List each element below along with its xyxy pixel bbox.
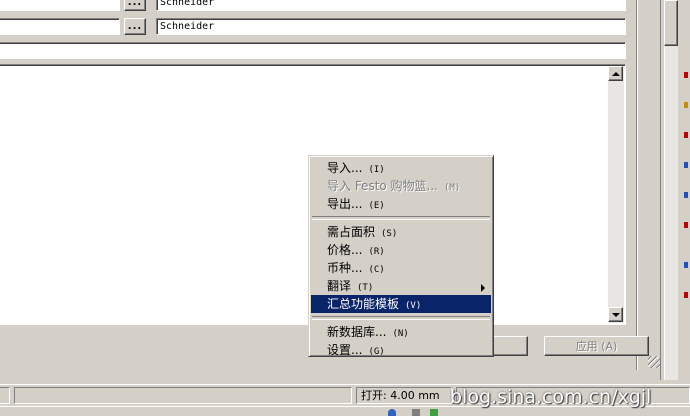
- scroll-down-arrow-icon: [611, 312, 620, 317]
- menu-item-label: 新数据库...: [327, 325, 387, 339]
- menu-item-label: 币种...: [327, 261, 363, 275]
- resize-grip[interactable]: [648, 356, 660, 368]
- right-panel-scrollbar[interactable]: [664, 0, 678, 380]
- menu-item-accelerator: (R): [368, 247, 385, 257]
- menu-item[interactable]: 导入... (I): [311, 159, 491, 177]
- manufacturer-field-1[interactable]: Schneider: [156, 0, 626, 11]
- menu-item[interactable]: 导出... (E): [311, 195, 491, 213]
- context-menu: 导入... (I) 导入 Festo 购物篮... (M) 导出... (E) 需占面积 (S…: [308, 155, 494, 357]
- menu-item-accelerator: (T): [357, 283, 374, 293]
- menu-item[interactable]: 币种... (C): [311, 259, 491, 277]
- text-field-2[interactable]: [0, 18, 120, 35]
- status-pane-2: [14, 387, 352, 404]
- menu-separator: [312, 316, 490, 320]
- manufacturer-field-2[interactable]: Schneider: [156, 18, 626, 35]
- browse-button-1[interactable]: ...: [124, 0, 146, 11]
- watermark-text: blog.sina.com.cn/xgjl: [450, 386, 652, 408]
- menu-separator: [312, 216, 490, 220]
- menu-item-label: 价格...: [327, 243, 363, 257]
- menu-item-accelerator: (M): [444, 183, 461, 193]
- status-pane-open: 打开: 4.00 mm: [356, 387, 452, 404]
- menu-item-label: 需占面积: [327, 225, 376, 239]
- browse-button-2[interactable]: ...: [124, 18, 146, 35]
- menu-item-accelerator: (S): [381, 229, 398, 239]
- submenu-arrow-icon: [481, 284, 485, 292]
- menu-item-label: 导入...: [327, 161, 363, 175]
- menu-item-accelerator: (E): [368, 201, 385, 211]
- scroll-up-arrow-icon: [611, 71, 620, 76]
- status-pane-1: [0, 387, 10, 404]
- status-open-label: 打开: 4.00 mm: [361, 389, 440, 402]
- menu-item-label: 汇总功能模板: [327, 297, 400, 311]
- menu-item-label: 导入 Festo 购物篮...: [327, 179, 439, 193]
- menu-item-label: 设置...: [327, 343, 363, 357]
- menu-item[interactable]: 翻译 (T): [311, 277, 491, 295]
- panel-divider: [636, 0, 638, 370]
- scroll-down-button[interactable]: [608, 307, 623, 322]
- menu-item-accelerator: (V): [405, 301, 422, 311]
- menu-item-label: 导出...: [327, 197, 363, 211]
- right-panel-scroll-thumb[interactable]: [664, 0, 678, 46]
- long-input-field[interactable]: [0, 42, 626, 59]
- apply-button[interactable]: 应用 (A): [544, 336, 649, 356]
- text-field-1[interactable]: [0, 0, 120, 11]
- menu-item-accelerator: (N): [392, 329, 409, 339]
- vertical-scrollbar[interactable]: [608, 66, 624, 323]
- menu-item-label: 翻译: [327, 279, 352, 293]
- menu-item-accelerator: (G): [368, 347, 385, 357]
- menu-item[interactable]: 新数据库... (N): [311, 323, 491, 341]
- menu-item[interactable]: 汇总功能模板 (V): [311, 295, 491, 313]
- right-panel-toolbar-strip: [682, 0, 690, 380]
- menu-item-accelerator: (C): [368, 265, 385, 275]
- menu-item[interactable]: 设置... (G): [311, 341, 491, 359]
- scroll-up-button[interactable]: [608, 66, 623, 81]
- menu-item: 导入 Festo 购物篮... (M): [311, 177, 491, 195]
- menu-item-accelerator: (I): [368, 165, 385, 175]
- menu-item[interactable]: 价格... (R): [311, 241, 491, 259]
- menu-item[interactable]: 需占面积 (S): [311, 223, 491, 241]
